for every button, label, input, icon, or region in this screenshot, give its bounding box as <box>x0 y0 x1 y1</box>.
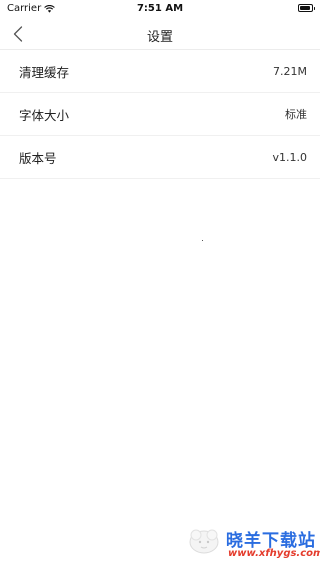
watermark-url: www.xfhygs.com <box>228 548 320 559</box>
sheep-logo-icon <box>189 529 219 554</box>
settings-row-value: 标准 <box>285 108 307 121</box>
status-time: 7:51 AM <box>136 3 184 14</box>
nav-bar: 设置 <box>0 18 320 50</box>
settings-row-clear-cache[interactable]: 清理缓存 7.21M <box>0 50 320 93</box>
stray-dot <box>202 240 203 241</box>
settings-row-label: 版本号 <box>19 150 57 166</box>
settings-list: 清理缓存 7.21M 字体大小 标准 版本号 v1.1.0 <box>0 50 320 179</box>
battery-level <box>300 6 311 10</box>
watermark: 晓羊下载站 www.xfhygs.com <box>186 522 320 562</box>
settings-row-version[interactable]: 版本号 v1.1.0 <box>0 136 320 179</box>
settings-row-label: 清理缓存 <box>19 64 70 80</box>
status-bar: Carrier 7:51 AM <box>0 0 320 18</box>
settings-row-label: 字体大小 <box>19 107 70 123</box>
page-title: 设置 <box>146 30 173 45</box>
settings-row-font-size[interactable]: 字体大小 标准 <box>0 93 320 136</box>
settings-row-value: v1.1.0 <box>272 150 308 164</box>
settings-row-value: 7.21M <box>273 64 307 78</box>
battery-icon <box>298 4 315 12</box>
